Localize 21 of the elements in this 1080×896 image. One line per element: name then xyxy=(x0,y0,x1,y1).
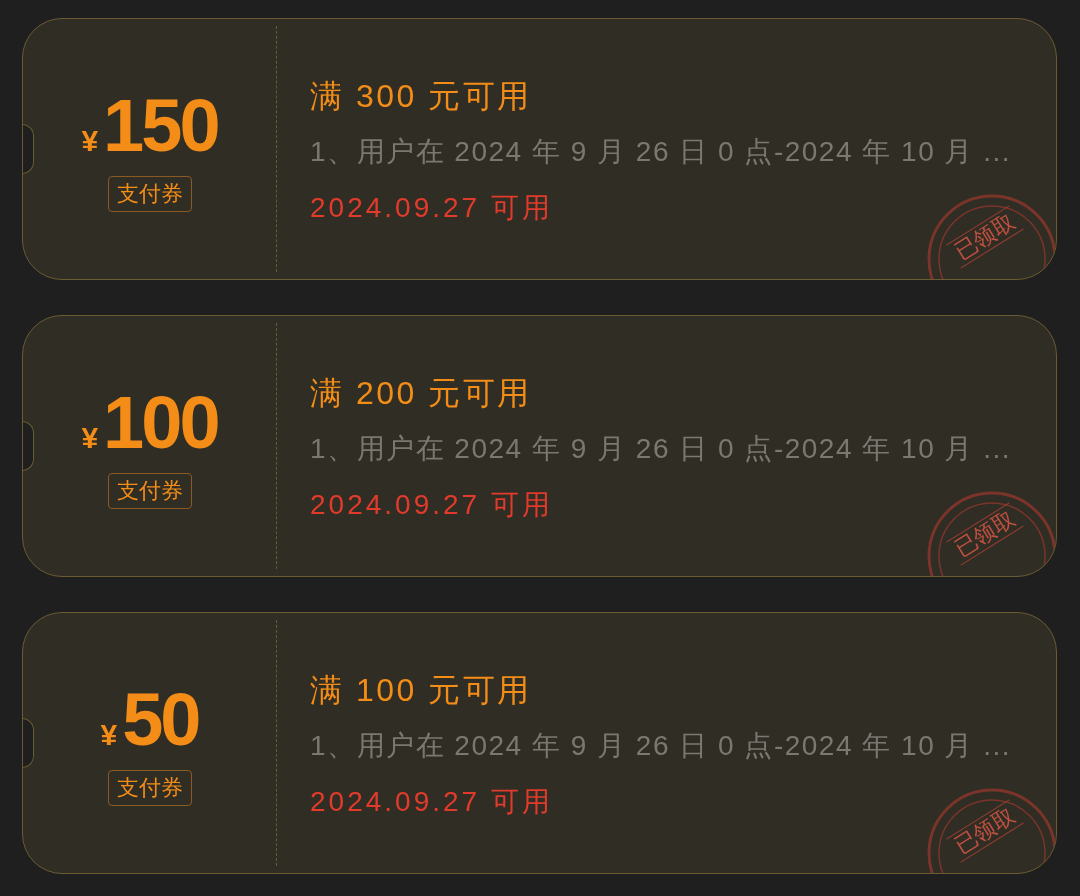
currency-symbol: ¥ xyxy=(81,421,99,455)
stamp-text: 已领取 xyxy=(946,799,1024,863)
currency-symbol: ¥ xyxy=(81,124,99,158)
valid-date: 2024.09.27 可用 xyxy=(310,785,553,819)
stamp-text: 已领取 xyxy=(946,502,1024,566)
coupon-description: 1、用户在 2024 年 9 月 26 日 0 点-2024 年 10 月 ... xyxy=(310,729,1012,763)
coupon-description: 1、用户在 2024 年 9 月 26 日 0 点-2024 年 10 月 ... xyxy=(310,432,1012,466)
coupon-amount: 100 xyxy=(103,387,218,459)
stamp-text: 已领取 xyxy=(946,205,1024,269)
coupon-condition: 满 100 元可用 xyxy=(310,671,532,710)
valid-date: 2024.09.27 可用 xyxy=(310,488,553,522)
coupon-amount: 50 xyxy=(122,684,199,756)
currency-symbol: ¥ xyxy=(100,718,118,752)
coupon-amount: 150 xyxy=(103,90,218,162)
coupon-type-tag: 支付券 xyxy=(107,473,192,509)
coupon-description: 1、用户在 2024 年 9 月 26 日 0 点-2024 年 10 月 ... xyxy=(310,135,1012,169)
coupon-type-tag: 支付券 xyxy=(107,770,192,806)
coupon-type-tag: 支付券 xyxy=(107,176,192,212)
coupon-condition: 满 200 元可用 xyxy=(310,374,532,413)
coupon-condition: 满 300 元可用 xyxy=(310,77,532,116)
valid-date: 2024.09.27 可用 xyxy=(310,191,553,225)
